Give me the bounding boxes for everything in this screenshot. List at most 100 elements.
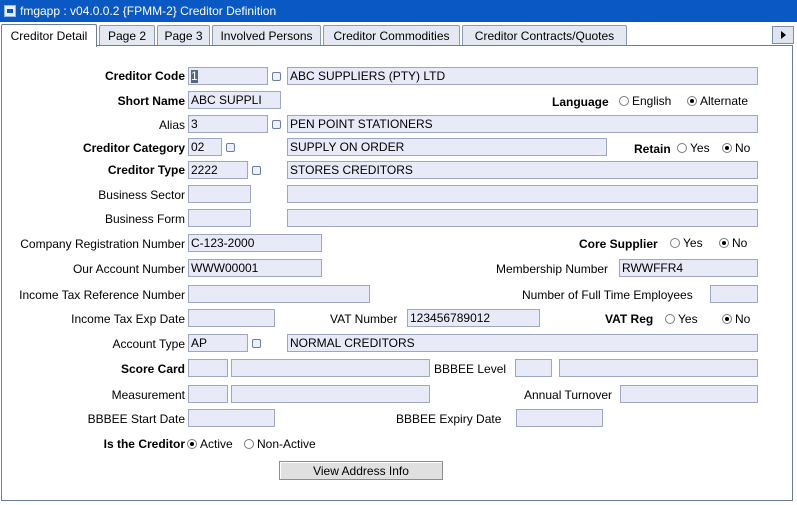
membership-label: Membership Number — [496, 262, 609, 276]
retain-yes-label: Yes — [690, 141, 710, 155]
company-reg-field[interactable]: C-123-2000 — [188, 234, 322, 252]
tab-bar: Creditor Detail Page 2 Page 3 Involved P… — [0, 24, 797, 47]
bbbee-level-name-field[interactable] — [559, 359, 758, 377]
tab-page-2[interactable]: Page 2 — [99, 25, 155, 46]
view-address-info-button[interactable]: View Address Info — [279, 461, 443, 480]
measurement-code-field[interactable] — [188, 385, 228, 403]
business-sector-label: Business Sector — [98, 188, 185, 202]
alias-lov-icon[interactable] — [272, 120, 281, 129]
creditor-type-label: Creditor Type — [107, 163, 185, 177]
vat-reg-yes-label: Yes — [678, 312, 698, 326]
tab-scroll-right-icon[interactable] — [772, 26, 794, 44]
annual-turnover-field[interactable] — [620, 385, 758, 403]
account-type-code-field[interactable]: AP — [188, 334, 248, 352]
income-tax-ref-field[interactable] — [188, 285, 370, 303]
vat-reg-yes-radio[interactable]: Yes — [665, 312, 698, 326]
bbbee-start-field[interactable] — [188, 409, 275, 427]
creditor-name-field[interactable]: ABC SUPPLIERS (PTY) LTD — [287, 67, 758, 85]
company-reg-label: Company Registration Number — [20, 237, 185, 251]
radio-off-icon — [244, 439, 254, 449]
alias-label: Alias — [158, 118, 185, 132]
category-code-field[interactable]: 02 — [188, 138, 222, 156]
retain-no-label: No — [735, 141, 751, 155]
our-account-field[interactable]: WWW00001 — [188, 259, 322, 277]
tab-page-3[interactable]: Page 3 — [157, 25, 210, 46]
measurement-label: Measurement — [111, 388, 185, 402]
radio-off-icon — [670, 238, 680, 248]
retain-yes-radio[interactable]: Yes — [677, 141, 710, 155]
language-english-radio[interactable]: English — [619, 94, 671, 108]
alias-code-field[interactable]: 3 — [188, 115, 268, 133]
account-type-name-field[interactable]: NORMAL CREDITORS — [287, 334, 758, 352]
bbbee-level-label: BBBEE Level — [434, 362, 507, 376]
creditor-code-field[interactable]: 1 — [188, 67, 268, 85]
creditor-active-label: Active — [200, 437, 233, 451]
tab-creditor-commodities[interactable]: Creditor Commodities — [323, 25, 460, 46]
retain-no-radio[interactable]: No — [722, 141, 750, 155]
type-name-field[interactable]: STORES CREDITORS — [287, 161, 758, 179]
score-card-code-field[interactable] — [188, 359, 228, 377]
short-name-field[interactable]: ABC SUPPLI — [188, 91, 281, 109]
type-lov-icon[interactable] — [252, 166, 261, 175]
vat-reg-no-label: No — [735, 312, 751, 326]
language-english-label: English — [632, 94, 672, 108]
creditor-code-lov-icon[interactable] — [272, 72, 281, 81]
is-creditor-label: Is the Creditor — [103, 437, 185, 451]
window-title: fmgapp : v04.0.0.2 {FPMM-2} Creditor Def… — [20, 4, 277, 18]
account-type-label: Account Type — [112, 337, 186, 351]
app-icon — [4, 5, 16, 17]
full-time-employees-label: Number of Full Time Employees — [522, 288, 693, 302]
core-supplier-yes-radio[interactable]: Yes — [670, 236, 703, 250]
income-tax-exp-label: Income Tax Exp Date — [71, 312, 185, 326]
creditor-category-label: Creditor Category — [82, 141, 185, 155]
core-supplier-no-label: No — [732, 236, 748, 250]
full-time-employees-field[interactable] — [710, 285, 758, 303]
language-label: Language — [552, 95, 609, 109]
bbbee-level-code-field[interactable] — [515, 359, 552, 377]
income-tax-ref-label: Income Tax Reference Number — [19, 288, 185, 302]
business-form-code-field[interactable] — [188, 209, 251, 227]
income-tax-exp-field[interactable] — [188, 309, 275, 327]
vat-reg-no-radio[interactable]: No — [722, 312, 750, 326]
score-card-label: Score Card — [120, 362, 185, 376]
short-name-label: Short Name — [117, 94, 185, 108]
radio-on-icon — [719, 238, 729, 248]
language-alternate-radio[interactable]: Alternate — [687, 94, 748, 108]
core-supplier-no-radio[interactable]: No — [719, 236, 747, 250]
business-sector-code-field[interactable] — [188, 185, 251, 203]
membership-field[interactable]: RWWFFR4 — [619, 259, 758, 277]
creditor-code-value: 1 — [191, 69, 198, 83]
vat-number-field[interactable]: 123456789012 — [407, 309, 540, 327]
measurement-name-field[interactable] — [231, 385, 430, 403]
radio-on-icon — [187, 439, 197, 449]
business-sector-name-field[interactable] — [287, 185, 758, 203]
account-type-lov-icon[interactable] — [252, 339, 261, 348]
category-lov-icon[interactable] — [226, 143, 235, 152]
our-account-label: Our Account Number — [72, 262, 185, 276]
alias-name-field[interactable]: PEN POINT STATIONERS — [287, 115, 758, 133]
bbbee-start-label: BBBEE Start Date — [87, 412, 185, 426]
vat-number-label: VAT Number — [330, 312, 398, 326]
window-titlebar: fmgapp : v04.0.0.2 {FPMM-2} Creditor Def… — [0, 0, 797, 22]
score-card-name-field[interactable] — [231, 359, 430, 377]
creditor-code-label: Creditor Code — [104, 69, 185, 83]
core-supplier-yes-label: Yes — [683, 236, 703, 250]
radio-off-icon — [665, 314, 675, 324]
language-alternate-label: Alternate — [700, 94, 749, 108]
creditor-active-radio[interactable]: Active — [187, 437, 233, 451]
bbbee-expiry-field[interactable] — [516, 409, 603, 427]
retain-label: Retain — [634, 142, 671, 156]
tab-creditor-detail[interactable]: Creditor Detail — [1, 24, 97, 47]
tab-creditor-contracts-quotes[interactable]: Creditor Contracts/Quotes — [462, 25, 627, 46]
annual-turnover-label: Annual Turnover — [524, 388, 613, 402]
category-name-field[interactable]: SUPPLY ON ORDER — [287, 138, 607, 156]
radio-off-icon — [619, 96, 629, 106]
type-code-field[interactable]: 2222 — [188, 161, 248, 179]
vat-reg-label: VAT Reg — [605, 312, 654, 326]
tab-involved-persons[interactable]: Involved Persons — [212, 25, 321, 46]
core-supplier-label: Core Supplier — [579, 237, 658, 251]
creditor-non-active-radio[interactable]: Non-Active — [244, 437, 316, 451]
radio-on-icon — [687, 96, 697, 106]
business-form-name-field[interactable] — [287, 209, 758, 227]
creditor-non-active-label: Non-Active — [257, 437, 316, 451]
